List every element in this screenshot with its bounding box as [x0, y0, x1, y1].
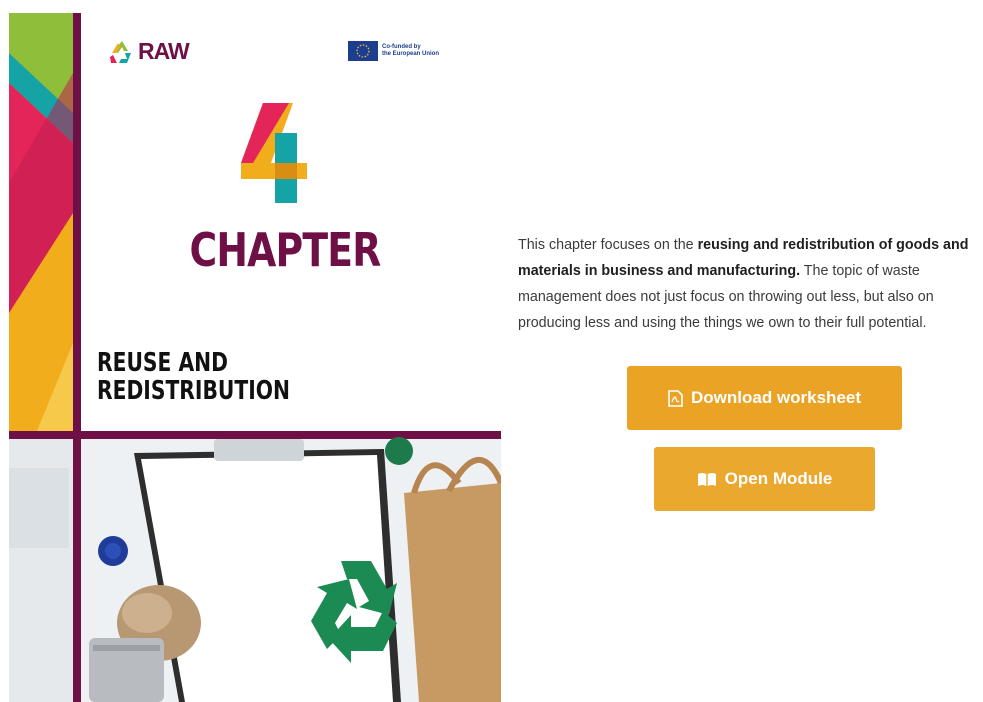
open-module-label: Open Module	[724, 469, 833, 488]
open-book-icon	[697, 472, 716, 486]
pdf-file-icon	[668, 389, 683, 407]
recycle-logo-icon	[110, 40, 131, 63]
eu-funding-text: Co-funded by the European Union	[382, 44, 439, 57]
chapter-label: CHAPTER	[189, 223, 382, 277]
raw-logo: RAW	[109, 38, 190, 65]
raw-logo-text: RAW	[138, 38, 190, 64]
chapter-topic-title: REUSE AND REDISTRIBUTION	[97, 349, 290, 405]
chapter-number-graphic: 4	[241, 103, 307, 203]
download-worksheet-label: Download worksheet	[690, 388, 862, 407]
download-worksheet-button[interactable]: Download worksheet	[627, 366, 902, 430]
eu-funding-logo: Co-funded by the European Union	[348, 41, 442, 61]
eu-flag-icon	[348, 41, 378, 61]
topic-title-line-2: REDISTRIBUTION	[97, 376, 290, 406]
chapter-description: This chapter focuses on the reusing and …	[518, 232, 980, 336]
open-module-button[interactable]: Open Module	[654, 447, 875, 511]
description-intro: This chapter focuses on the	[518, 237, 698, 254]
topic-title-line-1: REUSE AND	[97, 348, 228, 378]
chapter-cover-image: RAW Co-funded by the European Union 4 CH…	[9, 13, 501, 702]
